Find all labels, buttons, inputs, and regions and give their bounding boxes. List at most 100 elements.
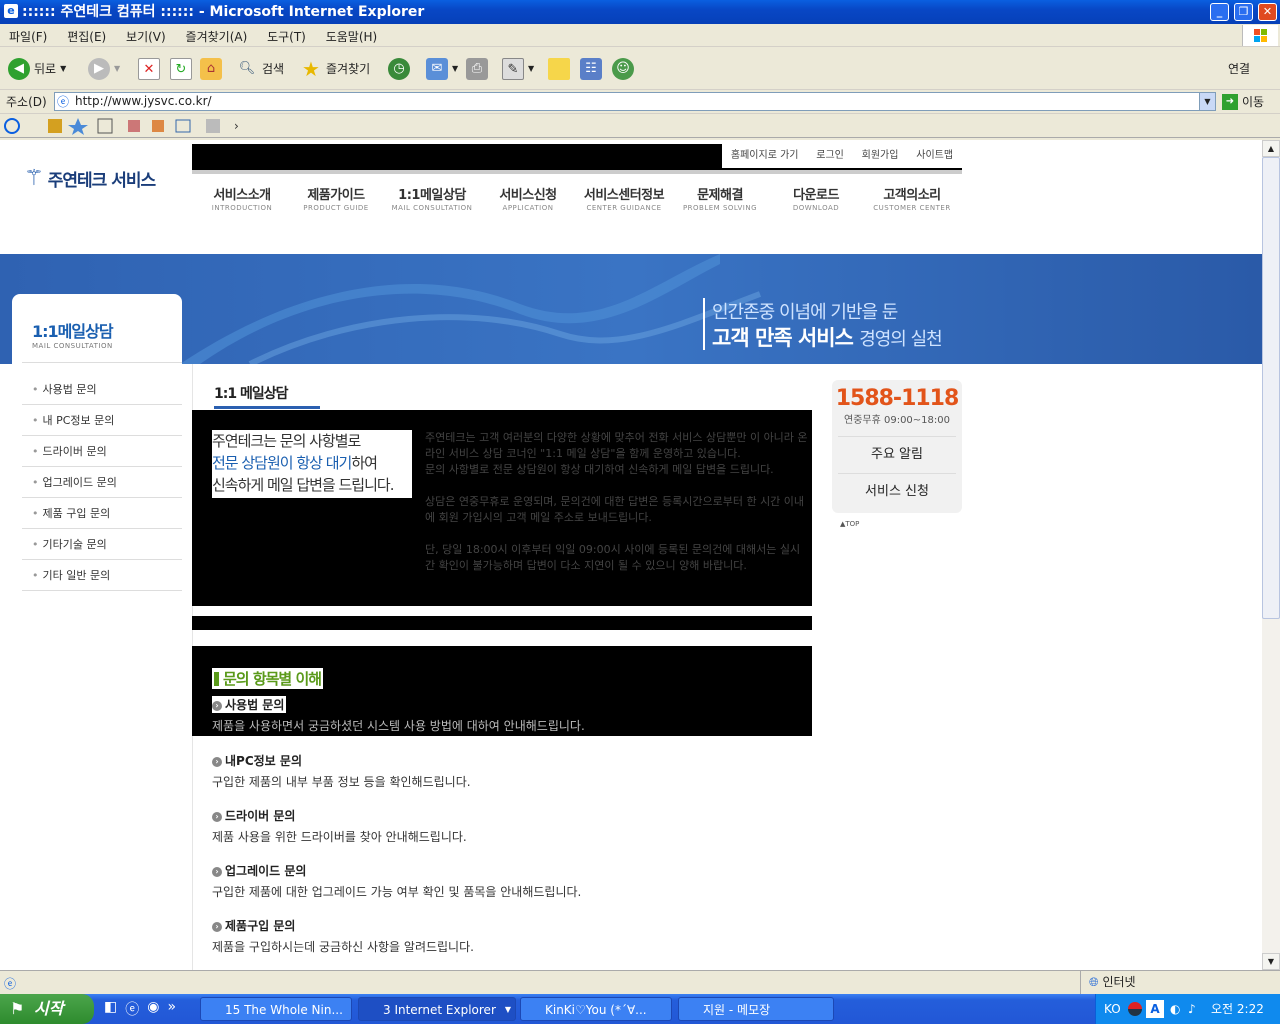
side-item-tech[interactable]: 기타기술 문의 bbox=[22, 529, 182, 560]
item-purchase: › 제품구입 문의 제품을 구입하시는데 궁금하신 사항을 알려드립니다. bbox=[212, 917, 474, 955]
side-item-usage[interactable]: 사용법 문의 bbox=[22, 374, 182, 405]
scroll-thumb[interactable] bbox=[1262, 157, 1280, 619]
item-title: › 업그레이드 문의 bbox=[212, 862, 581, 879]
quicklaunch-ie-icon[interactable]: ⓔ bbox=[125, 999, 139, 1019]
nav-application[interactable]: 서비스신청 APPLICATION bbox=[480, 184, 576, 212]
svg-text:›: › bbox=[234, 119, 239, 133]
banner-line2-rest: 경영의 실천 bbox=[859, 329, 943, 350]
menu-view[interactable]: 보기(V) bbox=[117, 24, 173, 45]
task-label: KinKi♡You (*´∀... bbox=[545, 1003, 647, 1017]
address-dropdown-icon[interactable]: ▼ bbox=[1199, 93, 1215, 110]
ime-icon[interactable] bbox=[1128, 1002, 1142, 1016]
forward-button[interactable]: ▶ ▼ bbox=[88, 56, 120, 82]
volume-icon[interactable]: ◐ bbox=[1170, 994, 1180, 1024]
menu-file[interactable]: 파일(F) bbox=[0, 24, 54, 45]
start-button[interactable]: ⚑ 시작 bbox=[0, 994, 94, 1024]
nav-mail-consultation[interactable]: 1:1메일상담 MAIL CONSULTATION bbox=[384, 184, 480, 212]
site-logo[interactable]: ⚚ 주연테크 서비스 bbox=[24, 166, 156, 191]
item-desc: 제품을 사용하면서 궁금하셨던 시스템 사용 방법에 대하여 안내해드립니다. bbox=[212, 719, 585, 733]
print-button[interactable]: ⎙ bbox=[466, 56, 488, 82]
mail-button[interactable]: ✉ ▼ bbox=[426, 56, 458, 82]
logo-icon: ⚚ bbox=[24, 166, 44, 191]
nav-customer-center[interactable]: 고객의소리 CUSTOMER CENTER bbox=[864, 184, 960, 212]
refresh-button[interactable]: ↻ bbox=[170, 56, 192, 82]
address-label: 주소(D) bbox=[6, 95, 47, 109]
maximize-button[interactable]: ❐ bbox=[1234, 3, 1253, 21]
connect-button[interactable]: 연결 bbox=[1228, 56, 1250, 82]
side-item-general[interactable]: 기타 일반 문의 bbox=[22, 560, 182, 591]
back-button[interactable]: ◀ 뒤로 ▼ bbox=[8, 56, 66, 82]
menu-help[interactable]: 도움말(H) bbox=[317, 24, 385, 45]
go-button[interactable]: ➜ 이동 bbox=[1222, 93, 1264, 110]
side-item-pcinfo[interactable]: 내 PC정보 문의 bbox=[22, 405, 182, 436]
home-button[interactable]: ⌂ bbox=[200, 56, 222, 82]
ime-mode-icon[interactable]: A bbox=[1146, 1000, 1164, 1018]
history-button[interactable]: ◷ bbox=[388, 56, 410, 82]
nav-label: 서비스소개 bbox=[213, 188, 271, 203]
quicklaunch-more-icon[interactable]: » bbox=[167, 999, 176, 1019]
util-join-link[interactable]: 회원가입 bbox=[862, 144, 899, 168]
item-title-text: 드라이버 문의 bbox=[225, 809, 296, 823]
task-internet-explorer[interactable]: 3 Internet Explorer ▼ bbox=[358, 997, 516, 1021]
util-login-link[interactable]: 로그인 bbox=[816, 144, 844, 168]
address-bar: 주소(D) ⓔ http://www.jysvc.co.kr/ ▼ ➜ 이동 bbox=[0, 90, 1280, 114]
back-label: 뒤로 bbox=[34, 62, 57, 76]
item-pcinfo: › 내PC정보 문의 구입한 제품의 내부 부품 정보 등을 확인해드립니다. bbox=[212, 752, 471, 790]
nav-introduction[interactable]: 서비스소개 INTRODUCTION bbox=[194, 184, 290, 212]
links-toolbar-icons[interactable]: › bbox=[0, 114, 260, 138]
nav-label: 서비스신청 bbox=[499, 188, 557, 203]
util-home-link[interactable]: 홈페이지로 가기 bbox=[731, 144, 799, 168]
print-icon: ⎙ bbox=[466, 58, 488, 80]
edit-button[interactable]: ✎ ▼ bbox=[502, 56, 534, 82]
lead-line2: 전문 상담원이 항상 대기하여 bbox=[212, 452, 412, 474]
quicklaunch-desktop-icon[interactable]: ◧ bbox=[104, 999, 117, 1019]
quick-notice-link[interactable]: 주요 알림 bbox=[838, 437, 956, 474]
side-item-upgrade[interactable]: 업그레이드 문의 bbox=[22, 467, 182, 498]
media-icon[interactable]: ♪ bbox=[1188, 994, 1196, 1024]
nav-problem-solving[interactable]: 문제해결 PROBLEM SOLVING bbox=[672, 184, 768, 212]
window-titlebar: e :::::: 주연테크 컴퓨터 :::::: - Microsoft Int… bbox=[0, 0, 1280, 24]
menu-favorites[interactable]: 즐겨찾기(A) bbox=[177, 24, 255, 45]
lead-text-box: 주연테크는 문의 사항별로 전문 상담원이 항상 대기하여 신속하게 메일 답변… bbox=[212, 430, 412, 498]
item-upgrade: › 업그레이드 문의 구입한 제품에 대한 업그레이드 가능 여부 확인 및 품목… bbox=[212, 862, 581, 900]
menu-bar: 파일(F) 편집(E) 보기(V) 즐겨찾기(A) 도구(T) 도움말(H) bbox=[0, 24, 1280, 47]
scroll-down-icon[interactable]: ▼ bbox=[1262, 953, 1280, 970]
search-button[interactable]: 🔍︎ 검색 bbox=[236, 56, 284, 82]
item-title-text: 내PC정보 문의 bbox=[225, 754, 302, 768]
arrow-bullet-icon: › bbox=[212, 867, 222, 877]
home-icon: ⌂ bbox=[200, 58, 222, 80]
research-button[interactable]: ☷ bbox=[580, 56, 602, 82]
nav-download[interactable]: 다운로드 DOWNLOAD bbox=[768, 184, 864, 212]
vertical-scrollbar[interactable]: ▲ ▼ bbox=[1262, 140, 1280, 970]
task-label: 지원 - 메모장 bbox=[703, 1003, 771, 1017]
refresh-icon: ↻ bbox=[170, 58, 192, 80]
banner-line2-strong: 고객 만족 서비스 bbox=[712, 326, 854, 350]
side-title-box: 1:1메일상담 MAIL CONSULTATION bbox=[12, 294, 182, 364]
nav-product-guide[interactable]: 제품가이드 PRODUCT GUIDE bbox=[288, 184, 384, 212]
side-item-driver[interactable]: 드라이버 문의 bbox=[22, 436, 182, 467]
top-link[interactable]: ▲TOP bbox=[840, 520, 859, 528]
menu-tools[interactable]: 도구(T) bbox=[258, 24, 313, 45]
nav-center-guidance[interactable]: 서비스센터정보 CENTER GUIDANCE bbox=[576, 184, 672, 212]
stop-button[interactable]: ✕ bbox=[138, 56, 160, 82]
favorites-button[interactable]: ★ 즐겨찾기 bbox=[300, 56, 370, 82]
quick-apply-link[interactable]: 서비스 신청 bbox=[832, 474, 962, 510]
close-button[interactable]: ✕ bbox=[1258, 3, 1277, 21]
menu-edit[interactable]: 편집(E) bbox=[58, 24, 113, 45]
ie-icon: e bbox=[4, 4, 18, 18]
intro-p2: 문의 사항별로 전문 상담원이 항상 대기하여 신속하게 메일 답변을 드립니다… bbox=[425, 463, 774, 476]
side-item-purchase[interactable]: 제품 구입 문의 bbox=[22, 498, 182, 529]
address-input[interactable]: ⓔ http://www.jysvc.co.kr/ ▼ bbox=[54, 92, 1216, 111]
util-sitemap-link[interactable]: 사이트맵 bbox=[916, 144, 953, 168]
discuss-button[interactable] bbox=[548, 56, 570, 82]
quicklaunch-firefox-icon[interactable]: ◉ bbox=[147, 999, 159, 1019]
task-firefox[interactable]: KinKi♡You (*´∀... bbox=[520, 997, 672, 1021]
messenger-button[interactable]: ☺ bbox=[612, 56, 634, 82]
content-title-underline bbox=[214, 406, 320, 409]
task-winamp[interactable]: 15 The Whole Nin... bbox=[200, 997, 352, 1021]
scroll-up-icon[interactable]: ▲ bbox=[1262, 140, 1280, 157]
web-page: ⚚ 주연테크 서비스 홈페이지로 가기 로그인 회원가입 사이트맵 서비스소개 I… bbox=[0, 140, 1262, 970]
minimize-button[interactable]: _ bbox=[1210, 3, 1229, 21]
tray-lang[interactable]: KO bbox=[1104, 994, 1121, 1024]
task-notepad[interactable]: 지원 - 메모장 bbox=[678, 997, 834, 1021]
